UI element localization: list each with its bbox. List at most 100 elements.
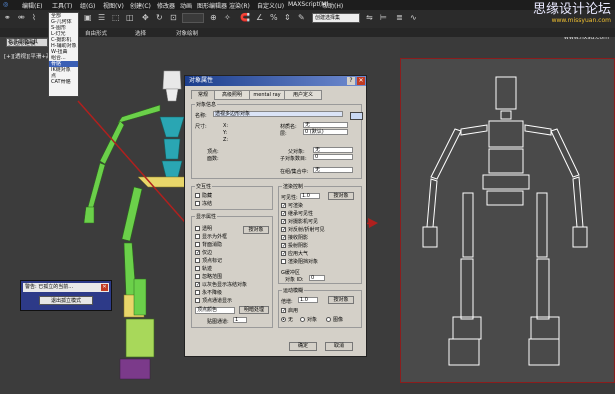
rotate-icon[interactable]: ↻ [156,13,163,22]
ignore-extents-checkbox[interactable] [195,274,200,279]
move-icon[interactable]: ✥ [142,13,149,22]
menu-views[interactable]: 视图(V) [103,1,124,10]
display-by-object-button[interactable]: 按对象 [243,226,269,234]
menu-graph-editors[interactable]: 图形编辑器 [197,1,227,10]
menu-help[interactable]: 帮助(H) [322,1,343,10]
apply-atmospherics-checkbox[interactable]: ✓ [281,251,286,257]
cancel-button[interactable]: 取消 [325,342,353,351]
menu-group[interactable]: 组(G) [80,1,95,10]
render-by-object-button[interactable]: 按对象 [328,192,354,200]
align-icon[interactable]: ⊨ [380,13,387,22]
named-selection-set-dropdown[interactable]: 创建选择集 [312,13,360,23]
isolate-close-icon[interactable]: ✕ [101,284,108,291]
backface-cull-checkbox[interactable] [195,242,200,247]
cast-shadows-checkbox[interactable]: ✓ [281,243,286,249]
menu-modifiers[interactable]: 修改器 [157,1,175,10]
receive-shadows-label: 接收阴影 [288,235,309,241]
close-icon[interactable]: ✕ [357,77,365,85]
isolate-warning-title[interactable]: 警告: 已孤立的当前... [23,283,109,292]
trajectory-checkbox[interactable] [195,266,200,271]
ok-button[interactable]: 确定 [289,342,317,351]
unlink-icon[interactable]: ⚮ [18,13,25,22]
blur-object-radio[interactable] [300,317,305,322]
name-field[interactable]: 透视多边形对象 [213,111,343,117]
percent-snap-icon[interactable]: % [270,13,278,22]
tab-advanced-lighting[interactable]: 高级照明 [214,90,250,100]
arrow-head-2 [368,218,378,228]
curve-editor-icon[interactable]: ∿ [410,13,417,22]
blur-by-object-button[interactable]: 按对象 [328,296,354,304]
wire-left-ankle [452,316,482,340]
select-object-icon[interactable]: ▣ [84,13,92,22]
select-by-name-icon[interactable]: ☰ [98,13,105,22]
spine-bone-1 [159,116,185,138]
menu-tools[interactable]: 工具(T) [52,1,72,10]
rect-selection-icon[interactable]: ⬚ [112,13,120,22]
blur-image-radio[interactable] [326,317,331,322]
visible-to-camera-checkbox[interactable]: ✓ [281,219,286,225]
vertex-ticks-checkbox[interactable] [195,258,200,263]
tab-user-defined[interactable]: 用户定义 [284,90,322,100]
layer-label: 层: [280,131,287,137]
edges-only-checkbox[interactable]: ✓ [195,250,200,256]
multiplier-field[interactable]: 1.0 [298,297,318,303]
object-id-field[interactable]: 0 [309,275,325,281]
menu-edit[interactable]: 编辑(E) [22,1,42,10]
menu-customize[interactable]: 自定义(U) [257,1,284,10]
render-occluded-checkbox[interactable] [281,259,286,264]
exit-isolation-button[interactable]: 退出孤立模式 [39,296,93,305]
receive-shadows-checkbox[interactable]: ✓ [281,235,286,241]
pivot-center-icon[interactable]: ⊕ [210,13,217,22]
wireframe-skeleton [422,76,588,366]
menu-create[interactable]: 创建(C) [130,1,151,10]
never-degrade-checkbox[interactable] [195,290,200,295]
visible-to-reflection-checkbox[interactable]: ✓ [281,227,286,233]
tab-general[interactable]: 常规 [191,90,215,99]
reference-coord-dropdown[interactable] [182,13,204,23]
scale-icon[interactable]: ⊡ [170,13,177,22]
inherit-visibility-checkbox[interactable]: ✓ [281,211,286,217]
spinner-snap-icon[interactable]: ⇕ [284,13,291,22]
display-as-box-checkbox[interactable] [195,234,200,239]
blur-enabled-checkbox[interactable]: ✓ [281,308,286,314]
window-crossing-icon[interactable]: ◫ [126,13,134,22]
link-icon[interactable]: ⚭ [4,13,11,22]
dialog-titlebar[interactable]: 对象属性 [185,76,366,86]
menu-rendering[interactable]: 渲染(R) [229,1,250,10]
ribbon-tab-freeform[interactable]: 自由形式 [85,29,107,37]
polygon-modeling-label[interactable]: 多边形建模 [8,39,36,47]
bind-spacewarp-icon[interactable]: ⌇ [32,13,36,22]
layer-manager-icon[interactable]: ≣ [396,13,403,22]
edit-named-sel-icon[interactable]: ✎ [298,13,305,22]
select-manipulate-icon[interactable]: ✧ [224,13,231,22]
help-icon[interactable]: ? [347,77,355,85]
vertex-color-dropdown[interactable]: 顶点颜色 [195,307,235,314]
hide-checkbox[interactable] [195,193,200,198]
map-channel-field[interactable]: 1 [233,317,247,323]
material-value: 无 [305,122,311,128]
wire-left-foot [448,338,480,366]
ribbon-tab-selection[interactable]: 选择 [135,29,146,37]
renderable-checkbox[interactable]: ✓ [281,203,286,209]
shaded-button[interactable]: 明暗处理 [239,306,269,314]
mirror-icon[interactable]: ⇋ [366,13,373,22]
visibility-field[interactable]: 1.0 [300,193,320,199]
wire-hips [486,190,524,206]
show-frozen-gray-checkbox[interactable]: ✓ [195,282,200,288]
vertex-channel-checkbox[interactable] [195,298,200,303]
wire-right-clavicle [524,124,552,136]
object-color-swatch[interactable] [350,112,363,120]
app-logo-icon[interactable]: ◎ [3,1,8,8]
wire-left-forearm [426,178,438,228]
angle-snap-icon[interactable]: ∠ [256,13,263,22]
freeze-checkbox[interactable] [195,201,200,206]
tab-mental-ray[interactable]: mental ray [249,90,285,100]
ribbon-tab-object-paint[interactable]: 对象绘制 [176,29,198,37]
wireframe-viewport[interactable] [400,58,615,383]
transparent-checkbox[interactable] [195,226,200,231]
filter-option-cat-bone[interactable]: CAT骨骼 [49,79,78,85]
menu-animation[interactable]: 动画 [180,1,192,10]
blur-none-radio[interactable]: • [281,317,286,323]
snap-toggle-icon[interactable]: 🧲 [240,13,250,22]
wire-left-thigh [462,192,474,258]
